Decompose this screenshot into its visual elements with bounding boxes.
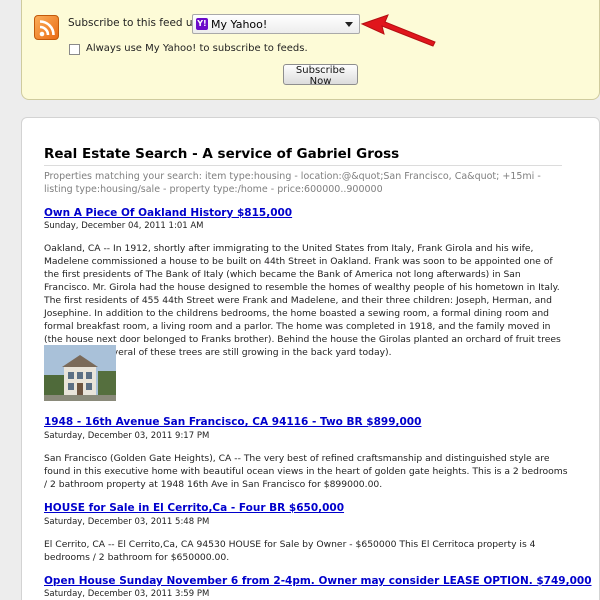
feed-item-date: Sunday, December 04, 2011 1:01 AM <box>44 221 204 231</box>
feed-reader-selected: My Yahoo! <box>211 18 268 31</box>
always-use-checkbox[interactable] <box>69 44 80 55</box>
house-photo[interactable] <box>44 345 116 401</box>
feed-item-body: Oakland, CA -- In 1912, shortly after im… <box>44 243 561 358</box>
feed-reader-select[interactable]: Y! My Yahoo! <box>192 14 360 34</box>
feed-item-date: Saturday, December 03, 2011 9:17 PM <box>44 431 210 441</box>
feed-item-title[interactable]: HOUSE for Sale in El Cerrito,Ca - Four B… <box>44 502 344 514</box>
chevron-down-icon <box>345 22 353 27</box>
rss-feed-icon <box>34 15 59 40</box>
feed-item-date: Saturday, December 03, 2011 3:59 PM <box>44 589 210 599</box>
feed-title: Real Estate Search - A service of Gabrie… <box>44 146 562 166</box>
feed-item-title[interactable]: Own A Piece Of Oakland History $815,000 <box>44 207 292 219</box>
feed-description: Properties matching your search: item ty… <box>44 171 541 195</box>
feed-item-title[interactable]: 1948 - 16th Avenue San Francisco, CA 941… <box>44 416 421 428</box>
subscribe-now-button[interactable]: Subscribe Now <box>283 64 358 87</box>
always-use-label: Always use My Yahoo! to subscribe to fee… <box>86 43 308 54</box>
feed-item-body: San Francisco (Golden Gate Heights), CA … <box>44 453 568 490</box>
feed-item-title[interactable]: Open House Sunday November 6 from 2-4pm.… <box>44 575 592 587</box>
feed-item-body: El Cerrito, CA -- El Cerrito,Ca, CA 9453… <box>44 539 536 563</box>
feed-item-date: Saturday, December 03, 2011 5:48 PM <box>44 517 210 527</box>
red-arrow-annotation-icon <box>360 14 436 47</box>
yahoo-icon: Y! <box>196 18 208 30</box>
